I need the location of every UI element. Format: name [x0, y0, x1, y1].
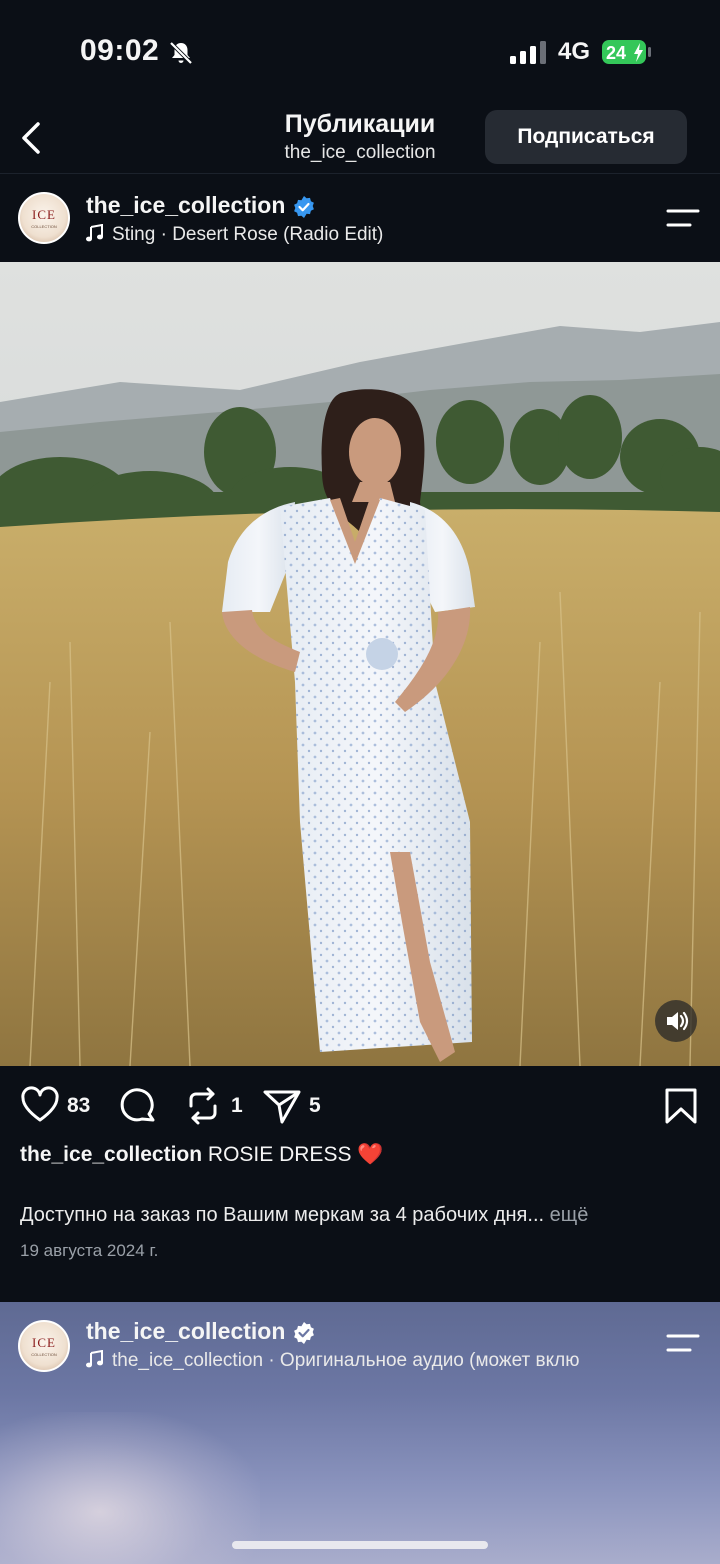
more-link[interactable]: ещё — [550, 1204, 589, 1226]
comment-icon — [120, 1088, 155, 1122]
save-button[interactable] — [664, 1086, 698, 1126]
heart-icon — [21, 1086, 59, 1122]
signal-icon — [510, 41, 546, 64]
post-username[interactable]: the_ice_collection — [86, 192, 285, 219]
home-indicator[interactable] — [232, 1541, 488, 1549]
post-actions: 83 1 5 — [0, 1066, 720, 1146]
caption-username[interactable]: the_ice_collection — [20, 1143, 202, 1166]
next-post: ICE COLLECTION the_ice_collection the_ic… — [0, 1302, 720, 1564]
post-date: 19 августа 2024 г. — [20, 1241, 159, 1260]
post-photo[interactable] — [0, 262, 720, 1066]
music-note-icon — [86, 224, 103, 242]
post-description: Доступно на заказ по Вашим меркам за 4 р… — [20, 1204, 710, 1227]
battery-icon: 24 — [602, 40, 651, 64]
next-post-music-label: the_ice_collection · Оригинальное аудио … — [112, 1350, 580, 1371]
repost-icon — [189, 1087, 217, 1125]
nav-header: Публикации the_ice_collection Подписатьс… — [0, 100, 720, 174]
post-caption: the_ice_collection ROSIE DRESS ❤️ — [20, 1143, 710, 1167]
share-button[interactable]: 5 — [262, 1086, 332, 1126]
like-button[interactable]: 83 — [20, 1086, 100, 1126]
post-image — [0, 262, 720, 1066]
post-header: ICE COLLECTION the_ice_collection Sting … — [0, 175, 720, 261]
next-post-username[interactable]: the_ice_collection — [86, 1318, 285, 1345]
battery-level: 24 — [606, 43, 626, 63]
options-menu-icon[interactable] — [666, 207, 700, 229]
next-post-background-glow — [0, 1412, 260, 1564]
next-post-avatar[interactable]: ICE COLLECTION — [18, 1320, 70, 1372]
repost-button[interactable]: 1 — [185, 1086, 245, 1126]
avatar[interactable]: ICE COLLECTION — [18, 192, 70, 244]
send-icon — [263, 1090, 301, 1124]
next-avatar-logo-subtext: COLLECTION — [31, 1352, 57, 1357]
status-bar: 09:02 4G 24 — [0, 0, 720, 100]
next-avatar-logo-text: ICE — [32, 1335, 56, 1350]
comment-button[interactable] — [118, 1086, 158, 1126]
bookmark-icon — [665, 1088, 697, 1124]
caption-text: ROSIE DRESS ❤️ — [207, 1143, 384, 1166]
bell-muted-icon — [169, 41, 193, 65]
status-time: 09:02 — [80, 34, 160, 67]
verified-badge-icon — [294, 196, 314, 218]
verified-badge-icon — [294, 1322, 314, 1344]
music-note-icon — [86, 1350, 103, 1368]
network-label: 4G — [558, 38, 591, 65]
music-line[interactable]: Sting · Desert Rose (Radio Edit) — [86, 224, 383, 246]
subscribe-button[interactable]: Подписаться — [485, 110, 687, 164]
speaker-icon — [667, 1011, 689, 1031]
next-post-music-line[interactable]: the_ice_collection · Оригинальное аудио … — [86, 1350, 579, 1372]
sound-toggle-button[interactable] — [655, 1000, 697, 1042]
music-track-label: Sting · Desert Rose (Radio Edit) — [112, 224, 384, 245]
avatar-logo-text: ICE — [32, 207, 56, 222]
share-count: 5 — [309, 1094, 321, 1117]
like-count: 83 — [67, 1094, 91, 1117]
options-menu-icon[interactable] — [666, 1332, 700, 1354]
description-text: Доступно на заказ по Вашим меркам за 4 р… — [20, 1204, 545, 1226]
repost-count: 1 — [231, 1094, 243, 1117]
avatar-logo-subtext: COLLECTION — [31, 224, 57, 229]
